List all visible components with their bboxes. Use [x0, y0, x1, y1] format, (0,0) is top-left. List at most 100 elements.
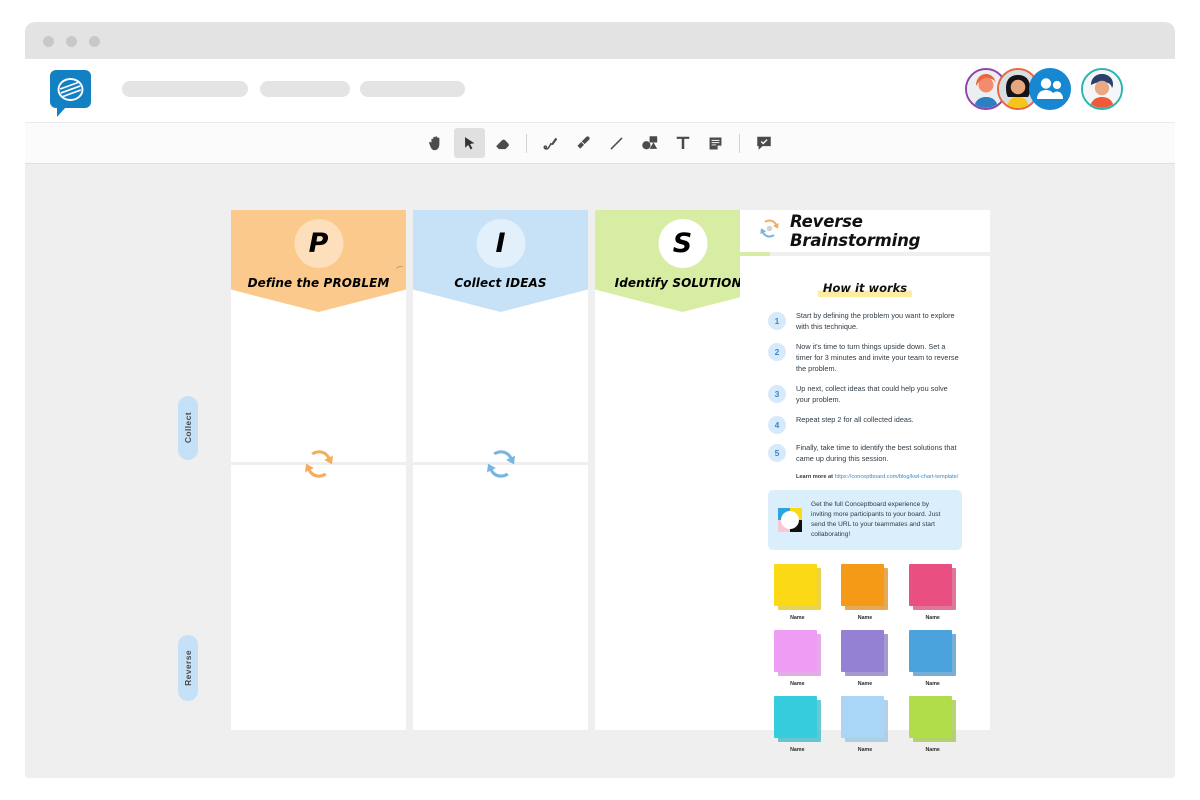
shapes-tool[interactable] [634, 128, 665, 158]
toolbar-separator-2 [739, 133, 740, 153]
sticky-swatch[interactable] [773, 629, 821, 676]
sticky-swatch-name: Name [925, 680, 940, 687]
pen-tool[interactable] [535, 128, 566, 158]
comment-tool[interactable] [748, 128, 779, 158]
sticky-swatch-cell[interactable]: Name [903, 629, 962, 687]
hand-tool[interactable] [421, 128, 452, 158]
sticky-swatch[interactable] [841, 695, 889, 742]
window-titlebar [25, 22, 1175, 59]
sticky-swatch[interactable] [909, 629, 957, 676]
drawing-toolbar[interactable] [25, 122, 1175, 164]
select-tool[interactable] [454, 128, 485, 158]
banner-title-ideas: Collect IDEAS [454, 276, 547, 290]
step-text: Now it's time to turn things upside down… [796, 341, 959, 373]
banner-ideas: I Collect IDEAS [413, 210, 588, 312]
sticky-swatch-name: Name [790, 746, 805, 753]
banner-letter-s: S [658, 219, 707, 268]
eraser-tool[interactable] [487, 128, 518, 158]
step-number: 3 [768, 384, 786, 403]
sticky-swatch-cell[interactable]: Name [903, 563, 962, 621]
sticky-swatch-cell[interactable]: Name [768, 629, 827, 687]
sticky-swatch-name: Name [925, 614, 940, 621]
instruction-panel: Reverse Brainstorming How it works 1 Sta… [740, 210, 990, 753]
step-number: 1 [768, 312, 786, 330]
nav-placeholder-3[interactable] [360, 81, 465, 97]
browser-window: Collect Reverse P Define the PROBLEM I C… [25, 22, 1175, 778]
instruction-panel-body: How it works 1 Start by defining the pro… [740, 256, 990, 753]
sticky-swatch[interactable] [841, 629, 889, 676]
sticky-swatch-cell[interactable]: Name [768, 563, 827, 621]
conceptboard-mark-icon [778, 507, 802, 532]
sticky-swatch-cell[interactable]: Name [836, 695, 895, 753]
toolbar-separator-1 [526, 133, 527, 153]
sticky-swatch-front [773, 629, 817, 672]
sticky-swatch-name: Name [857, 614, 873, 621]
row-label-collect-text: Collect [183, 412, 193, 444]
avatar-user-me[interactable] [1081, 68, 1123, 110]
learn-more-link[interactable]: https://conceptboard.com/blog/kwl-chart-… [835, 474, 959, 480]
promo-box: Get the full Conceptboard experience by … [768, 489, 962, 550]
sticky-swatch-front [909, 695, 953, 738]
avatar-group[interactable] [1029, 68, 1071, 110]
step-number: 4 [768, 415, 786, 434]
instruction-step: 5 Finally, take time to identify the bes… [768, 443, 962, 465]
sticky-swatch[interactable] [773, 563, 821, 610]
sticky-swatch-cell[interactable]: Name [903, 695, 962, 753]
sticky-swatch-name: Name [790, 614, 805, 621]
step-number: 2 [768, 342, 786, 361]
step-text: Repeat step 2 for all collected ideas. [796, 414, 914, 424]
sticky-swatch[interactable] [841, 563, 889, 610]
banner-title-problem: Define the PROBLEM [247, 276, 390, 290]
sticky-swatch-name: Name [790, 680, 805, 687]
banner-letter-i: I [476, 219, 525, 268]
sticky-swatch-name: Name [857, 746, 873, 753]
window-maximize-dot[interactable] [89, 36, 100, 47]
row-label-collect: Collect [178, 396, 198, 460]
text-tool[interactable] [667, 128, 698, 158]
sticky-swatch-grid[interactable]: Name Name Name Name Name Name Name Name … [768, 563, 962, 753]
step-text: Up next, collect ideas that could help y… [796, 383, 948, 404]
instruction-step: 3 Up next, collect ideas that could help… [768, 384, 962, 406]
sticky-swatch-front [909, 629, 953, 672]
instruction-step: 2 Now it's time to turn things upside do… [768, 342, 962, 375]
learn-more-label: Learn more at [796, 474, 835, 481]
line-tool[interactable] [601, 128, 632, 158]
step-text: Finally, take time to identify the best … [796, 442, 957, 463]
nav-placeholder-1[interactable] [122, 81, 248, 97]
conceptboard-logo[interactable] [50, 70, 91, 117]
how-it-works-heading: How it works [817, 281, 913, 297]
board-column-problem[interactable]: P Define the PROBLEM [231, 210, 406, 730]
banner-letter-p: P [294, 219, 343, 268]
sticky-swatch-name: Name [925, 746, 940, 753]
window-minimize-dot[interactable] [66, 36, 77, 47]
sticky-swatch[interactable] [773, 695, 821, 742]
nav-placeholder-2[interactable] [260, 81, 350, 97]
sticky-swatch-front [841, 695, 885, 738]
instruction-step: 1 Start by defining the problem you want… [768, 311, 962, 333]
board-column-ideas[interactable]: I Collect IDEAS [413, 210, 588, 730]
sticky-swatch-front [773, 563, 817, 606]
sticky-swatch-front [841, 629, 885, 672]
instruction-panel-title: Reverse Brainstorming [790, 212, 921, 250]
sticky-tool[interactable] [700, 128, 731, 158]
sticky-swatch-front [909, 563, 953, 606]
sticky-swatch-name: Name [857, 680, 873, 687]
row-label-reverse-text: Reverse [183, 650, 193, 686]
sticky-swatch-front [773, 695, 817, 738]
banner-problem: P Define the PROBLEM [231, 210, 406, 312]
marker-tool[interactable] [568, 128, 599, 158]
board-canvas[interactable]: Collect Reverse P Define the PROBLEM I C… [25, 165, 1175, 778]
sticky-swatch[interactable] [909, 563, 957, 610]
sticky-swatch-front [841, 563, 885, 606]
sticky-swatch-cell[interactable]: Name [768, 695, 827, 753]
instruction-panel-header: Reverse Brainstorming [740, 210, 990, 252]
sticky-swatch-cell[interactable]: Name [836, 563, 895, 621]
sticky-swatch[interactable] [909, 695, 957, 742]
app-header [25, 59, 1175, 122]
reverse-brainstorming-icon [757, 216, 782, 246]
reverse-icon-problem[interactable] [300, 445, 338, 483]
window-close-dot[interactable] [43, 36, 54, 47]
learn-more-line: Learn more at https://conceptboard.com/b… [796, 473, 962, 481]
reverse-icon-ideas[interactable] [482, 445, 520, 483]
sticky-swatch-cell[interactable]: Name [836, 629, 895, 687]
